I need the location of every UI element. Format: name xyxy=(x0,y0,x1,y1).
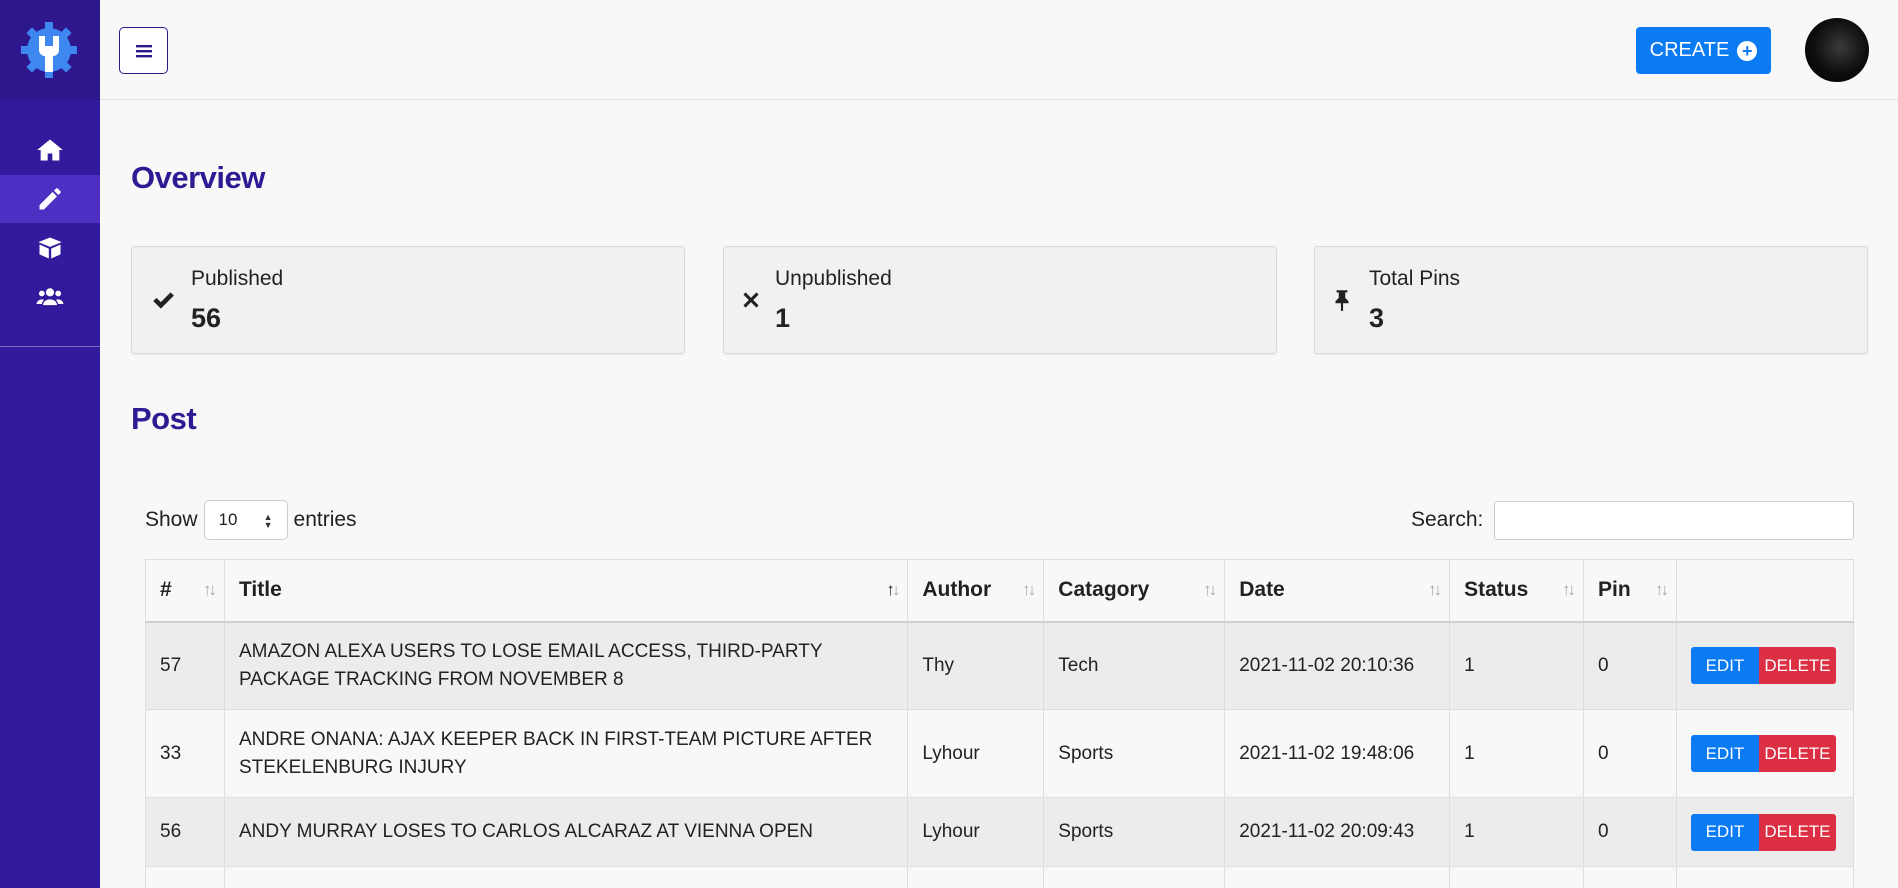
cell-date: 2021-11-02 20:10:36 xyxy=(1224,621,1451,710)
cell-category: Sports xyxy=(1043,797,1226,867)
column-header-title[interactable]: Title ↑↓ xyxy=(223,559,909,623)
stat-card-unpublished: Unpublished 1 xyxy=(723,246,1277,354)
column-header-category[interactable]: Catagory ↑↓ xyxy=(1043,559,1226,623)
create-button-label: CREATE xyxy=(1649,39,1730,61)
stat-card-total-pins: Total Pins 3 xyxy=(1314,246,1868,354)
edit-button[interactable]: EDIT xyxy=(1690,735,1759,772)
stat-value: 1 xyxy=(775,303,791,333)
cell-pin: 0 xyxy=(1583,797,1677,867)
cell-author: Thy xyxy=(907,621,1045,710)
menu-toggle-button[interactable] xyxy=(119,27,168,74)
home-icon xyxy=(37,139,63,161)
wrench-gear-logo-icon[interactable] xyxy=(19,20,79,80)
edit-button[interactable]: EDIT xyxy=(1690,813,1759,851)
avatar[interactable] xyxy=(1805,18,1869,82)
sidebar-item-posts[interactable] xyxy=(0,175,100,223)
post-title: Post xyxy=(131,401,197,436)
users-icon xyxy=(36,288,64,306)
create-button[interactable]: CREATE + xyxy=(1636,27,1771,74)
cell-status: 1 xyxy=(1449,797,1584,867)
cell-date: 2021-11-02 19:48:06 xyxy=(1224,709,1451,798)
box-open-icon xyxy=(38,237,62,259)
cell-pin: 0 xyxy=(1583,621,1677,710)
entries-select-value: 10 xyxy=(218,510,238,529)
column-header-date[interactable]: Date ↑↓ xyxy=(1224,559,1451,623)
sort-icon: ↑↓ xyxy=(1203,580,1217,599)
cell-date: 2021-11-02 20:09:43 xyxy=(1224,797,1451,867)
delete-button[interactable]: DELETE xyxy=(1758,647,1836,685)
table-row: 57 AMAZON ALEXA USERS TO LOSE EMAIL ACCE… xyxy=(145,621,1855,710)
column-header-pin[interactable]: Pin ↑↓ xyxy=(1583,559,1677,623)
overview-title: Overview xyxy=(131,160,265,195)
table-row: 33 ANDRE ONANA: AJAX KEEPER BACK IN FIRS… xyxy=(145,709,1855,798)
select-arrows-icon: ▲ ▼ xyxy=(263,512,273,530)
sidebar-item-home[interactable] xyxy=(0,126,100,174)
x-icon xyxy=(743,292,759,308)
cell-status: 1 xyxy=(1449,621,1584,710)
sort-icon: ↑↓ xyxy=(1022,580,1036,599)
show-label: Show xyxy=(145,508,198,531)
stat-label: Total Pins xyxy=(1369,267,1461,290)
plus-circle-icon: + xyxy=(1737,40,1758,61)
cell-actions: EDIT DELETE xyxy=(1675,797,1855,867)
table-row xyxy=(145,866,1855,888)
sort-icon: ↑↓ xyxy=(1428,580,1442,599)
search-label: Search: xyxy=(1411,508,1484,531)
cell-title: ANDRE ONANA: AJAX KEEPER BACK IN FIRST-T… xyxy=(223,709,909,798)
cell-id: 57 xyxy=(145,621,225,710)
sidebar-divider xyxy=(0,346,100,347)
stat-label: Published xyxy=(191,267,284,290)
search-input[interactable] xyxy=(1494,501,1854,540)
table-row: 56 ANDY MURRAY LOSES TO CARLOS ALCARAZ A… xyxy=(145,797,1855,867)
sidebar-item-categories[interactable] xyxy=(0,224,100,272)
cell-title: AMAZON ALEXA USERS TO LOSE EMAIL ACCESS,… xyxy=(223,621,909,710)
column-header-id[interactable]: # ↑↓ xyxy=(145,559,225,623)
stat-value: 56 xyxy=(191,303,222,333)
top-bar: CREATE + xyxy=(100,0,1898,100)
sidebar-item-users[interactable] xyxy=(0,273,100,321)
pin-icon xyxy=(1335,290,1349,311)
check-icon xyxy=(153,292,174,309)
cell-title: ANDY MURRAY LOSES TO CARLOS ALCARAZ AT V… xyxy=(223,797,909,867)
entries-select[interactable]: 10 ▲ ▼ xyxy=(203,500,288,540)
cell-actions: EDIT DELETE xyxy=(1675,621,1855,710)
sort-icon: ↑↓ xyxy=(202,580,217,599)
column-header-actions xyxy=(1675,559,1855,623)
entries-label: entries xyxy=(293,508,357,531)
delete-button[interactable]: DELETE xyxy=(1758,813,1836,851)
stat-label: Unpublished xyxy=(775,267,892,290)
sidebar xyxy=(0,0,100,888)
edit-button[interactable]: EDIT xyxy=(1690,647,1759,685)
cell-status: 1 xyxy=(1449,709,1584,798)
cell-author: Lyhour xyxy=(907,797,1045,867)
delete-button[interactable]: DELETE xyxy=(1758,735,1836,772)
sort-asc-icon: ↑↓ xyxy=(886,580,900,599)
pencil-icon xyxy=(39,188,61,210)
cell-id: 56 xyxy=(145,797,225,867)
cell-category: Sports xyxy=(1043,709,1226,798)
column-header-status[interactable]: Status ↑↓ xyxy=(1449,559,1584,623)
posts-table: # ↑↓ Title ↑↓ Author ↑↓ Catagory ↑↓ Date ↑↓ S… xyxy=(145,559,1855,888)
column-header-author[interactable]: Author ↑↓ xyxy=(907,559,1045,623)
cell-author: Lyhour xyxy=(907,709,1045,798)
hamburger-icon xyxy=(135,44,152,57)
stat-card-published: Published 56 xyxy=(131,246,685,354)
sort-icon: ↑↓ xyxy=(1654,580,1669,599)
cell-actions: EDIT DELETE xyxy=(1675,709,1855,798)
cell-pin: 0 xyxy=(1583,709,1677,798)
cell-id: 33 xyxy=(145,709,225,798)
stat-value: 3 xyxy=(1369,303,1385,333)
cell-category: Tech xyxy=(1043,621,1226,710)
sort-icon: ↑↓ xyxy=(1562,580,1576,599)
entries-length-control: Show 10 ▲ ▼ entries xyxy=(145,500,357,540)
